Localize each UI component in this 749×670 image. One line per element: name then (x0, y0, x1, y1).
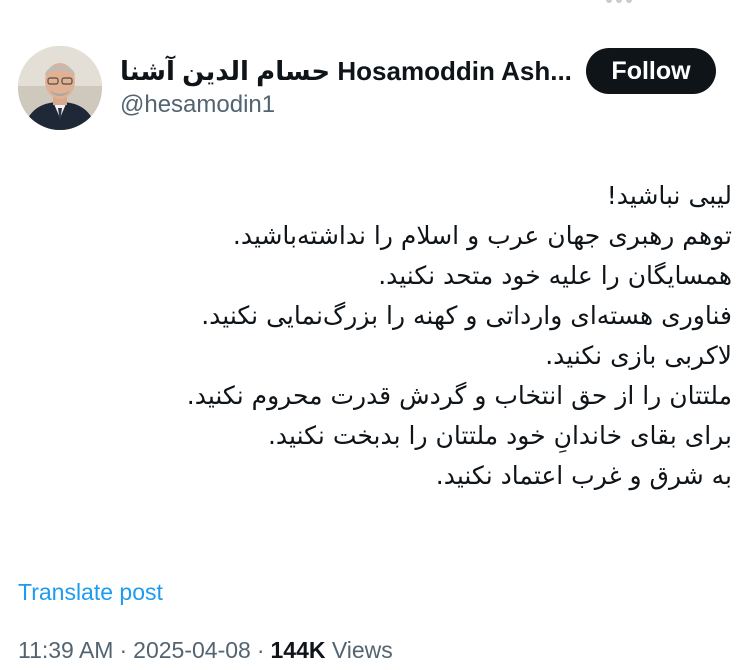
tweet-line: به شرق و غرب اعتماد نکنید. (435, 461, 732, 490)
tweet-line: توهم رهبری جهان عرب و اسلام را نداشته‌با… (232, 221, 732, 250)
tweet-line: برای بقای خاندانِ خود ملتتان را بدبخت نک… (267, 421, 732, 450)
views-count[interactable]: 144K (270, 637, 325, 663)
previous-post-edge (606, 0, 632, 3)
tweet-line: ملتتان را از حق انتخاب و گردش قدرت محروم… (186, 381, 732, 410)
follow-button[interactable]: Follow (586, 48, 716, 94)
author-display-name[interactable]: حسام الدین آشنا Hosamoddin Ash... (120, 53, 572, 89)
post-time[interactable]: 11:39 AM (18, 637, 113, 663)
meta-separator: · (256, 637, 265, 663)
views-label[interactable]: Views (332, 637, 393, 663)
author-handle[interactable]: @hesamodin1 (120, 89, 275, 121)
tweet-line: لیبی نباشید! (606, 181, 732, 210)
tweet-line: لاکربی بازی نکنید. (545, 341, 732, 370)
meta-separator: · (119, 637, 128, 663)
post-date[interactable]: 2025-04-08 (133, 637, 251, 663)
profile-photo-icon (18, 46, 102, 130)
post-metadata: 11:39 AM · 2025-04-08 · 144K Views (18, 634, 393, 666)
tweet-line: همسایگان را علیه خود متحد نکنید. (378, 261, 732, 290)
tweet-text: لیبی نباشید! توهم رهبری جهان عرب و اسلام… (22, 176, 732, 496)
translate-post-link[interactable]: Translate post (18, 577, 163, 607)
tweet-line: فناوری هسته‌ای وارداتی و کهنه را بزرگ‌نم… (201, 301, 732, 330)
avatar[interactable] (18, 46, 102, 130)
